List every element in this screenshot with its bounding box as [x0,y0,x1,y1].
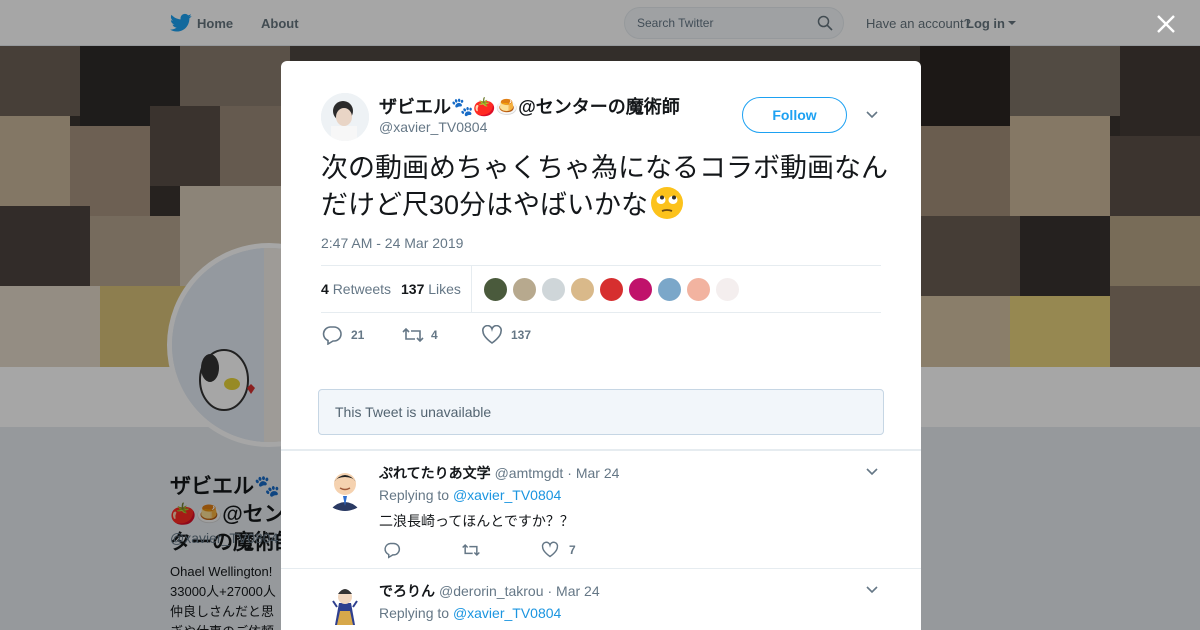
retweet-icon [462,543,480,557]
tweet-timestamp[interactable]: 2:47 AM - 24 Mar 2019 [321,235,463,251]
reply-avatar-image [321,581,369,629]
retweets-count: 4 [321,281,329,297]
replying-to-link[interactable]: @xavier_TV0804 [453,487,561,503]
reply-author-name: でろりん [379,583,435,599]
liker-avatar[interactable] [541,277,566,302]
like-count: 137 [511,328,532,342]
reply-date: · Mar 24 [547,583,600,599]
liker-avatar[interactable] [512,277,537,302]
likes-label: Likes [428,281,461,297]
retweet-action[interactable] [461,541,481,564]
retweets-stat[interactable]: 4 Retweets [321,281,391,297]
retweets-label: Retweets [332,281,392,297]
heart-icon [541,541,559,558]
unavailable-tweet-notice: This Tweet is unavailable [318,389,884,435]
follow-button[interactable]: Follow [742,97,847,133]
liker-avatar[interactable] [483,277,508,302]
reply-author-name: ぷれてたりあ文学 [379,465,491,481]
replying-to: Replying to @xavier_TV0804 [379,605,561,621]
like-count: 7 [569,543,576,557]
chevron-down-icon[interactable] [866,586,878,594]
reply-author-avatar[interactable] [321,581,369,629]
close-icon[interactable] [1154,12,1178,36]
reply-tweet[interactable]: ぷれてたりあ文学 @amtmgdt · Mar 24 Replying to @xa… [281,451,921,568]
tweet-author-name[interactable]: ザビエル🐾🍅🍮@センターの魔術師 [379,93,680,119]
liker-avatar[interactable] [628,277,653,302]
author-avatar-image [321,93,369,141]
eye-roll-emoji-icon [651,187,684,219]
tweet-author-avatar[interactable] [321,93,369,141]
replying-to-label: Replying to [379,487,450,503]
liker-avatar[interactable] [570,277,595,302]
reply-date: · Mar 24 [567,465,620,481]
replying-to: Replying to @xavier_TV0804 [379,487,561,503]
retweet-icon [402,327,424,343]
likes-stat[interactable]: 137 Likes [401,281,461,297]
tweet-text: 次の動画めちゃくちゃ為になるコラボ動画なんだけど尺30分はやばいかな [321,151,891,223]
reply-text: 二浪長崎ってほんとですか？？ [379,513,574,529]
chevron-down-icon[interactable] [866,111,878,119]
retweet-count: 4 [431,328,438,342]
liker-avatar[interactable] [715,277,740,302]
reply-icon [384,542,401,559]
tweet-text-body: 次の動画めちゃくちゃ為になるコラボ動画なんだけど尺30分はやばいかな [321,153,888,220]
chevron-down-icon[interactable] [866,468,878,476]
likes-count: 137 [401,281,425,297]
stats-divider [471,266,472,313]
reply-author-handle: @derorin_takrou [439,583,544,599]
tweet-stats: 4 Retweets 137 Likes [321,265,881,313]
heart-icon [482,325,502,344]
liker-avatar[interactable] [686,277,711,302]
like-action[interactable]: 7 [541,541,576,564]
reply-author-handle: @amtmgdt [494,465,564,481]
reply-tweet[interactable]: でろりん @derorin_takrou · Mar 24 Replying to … [281,569,921,630]
reply-author[interactable]: でろりん @derorin_takrou · Mar 24 [379,581,600,601]
tweet-author-handle[interactable]: @xavier_TV0804 [379,119,487,135]
tweet-actions: 21 4 137 [321,323,881,347]
reply-icon [322,326,342,345]
reply-author[interactable]: ぷれてたりあ文学 @amtmgdt · Mar 24 [379,463,619,483]
liker-avatar[interactable] [657,277,682,302]
replying-to-label: Replying to [379,605,450,621]
reply-author-avatar[interactable] [321,463,369,511]
tweet-modal: ザビエル🐾🍅🍮@センターの魔術師 @xavier_TV0804 Follow 次… [281,61,921,630]
reply-action[interactable] [383,541,401,564]
replying-to-link[interactable]: @xavier_TV0804 [453,605,561,621]
reply-avatar-image [321,463,369,511]
liker-avatar[interactable] [599,277,624,302]
reply-count: 21 [351,328,365,342]
